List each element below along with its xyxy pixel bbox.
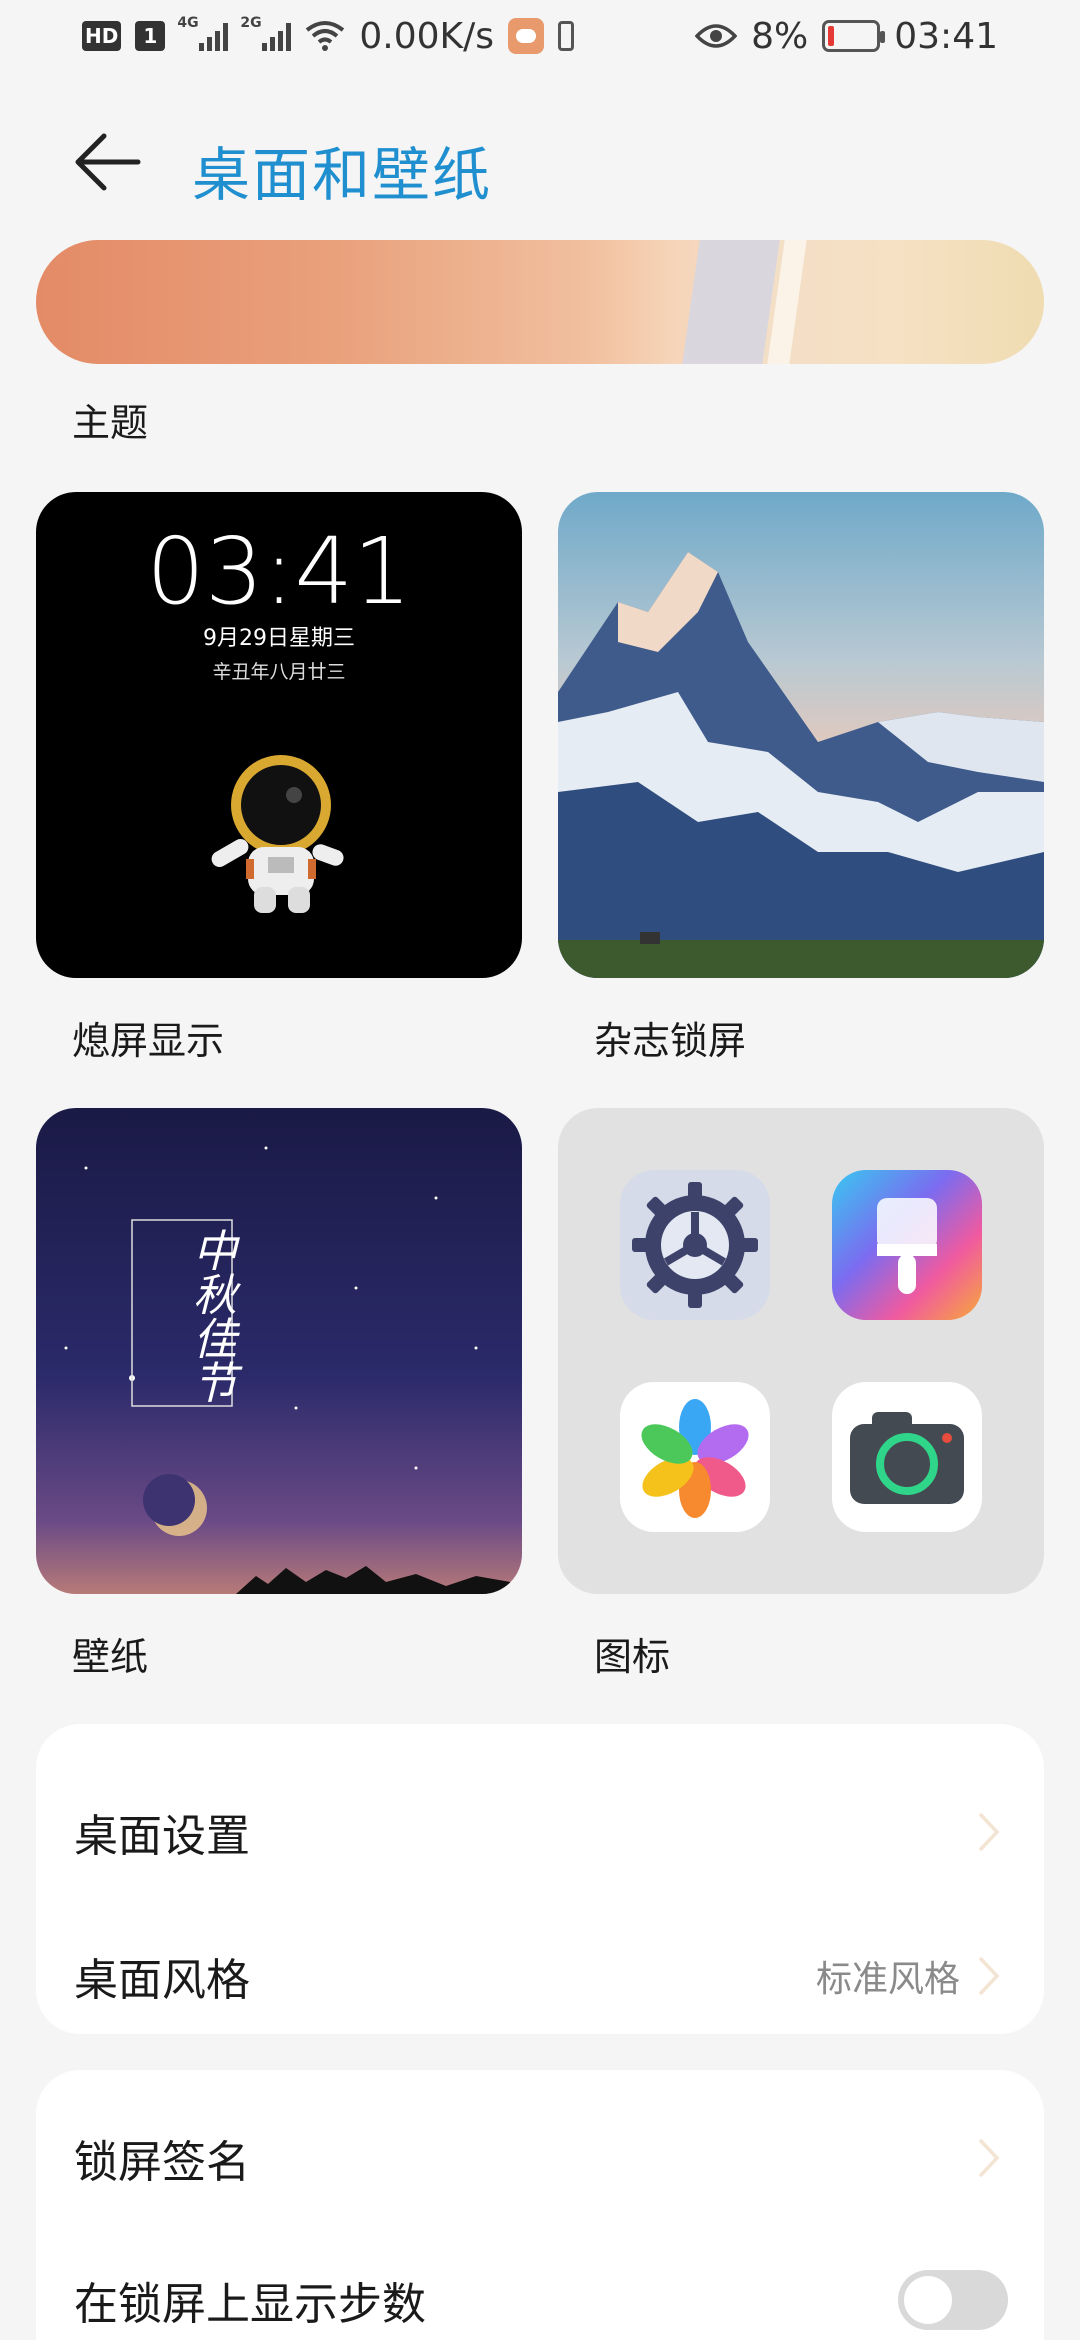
net2-label: 2G	[240, 15, 262, 31]
wallpaper-label: 壁纸	[72, 1635, 149, 1679]
page-title: 桌面和壁纸	[192, 141, 493, 209]
network-speed: 0.00K/s	[359, 15, 494, 57]
desktop-style-label: 桌面风格	[74, 1955, 250, 2006]
app-header: 桌面和壁纸	[0, 110, 1080, 210]
settings-icon	[620, 1170, 770, 1320]
show-steps-toggle[interactable]	[898, 2270, 1008, 2330]
screen: HD 1 4G 2G 0.00K/s 8% 03:41 桌面和壁纸 主题 03:…	[0, 0, 1080, 2340]
wifi-icon	[306, 21, 345, 51]
lock-signature-row[interactable]: 锁屏签名	[36, 2088, 1044, 2228]
status-bar: HD 1 4G 2G 0.00K/s 8% 03:41	[0, 0, 1080, 72]
magazine-lock-label: 杂志锁屏	[594, 1019, 747, 1063]
status-right: 8% 03:41	[695, 16, 998, 57]
banner-streak	[682, 240, 780, 364]
phone-notification-icon	[558, 21, 574, 51]
lock-signature-label: 锁屏签名	[74, 2137, 250, 2188]
astronaut-illustration	[211, 755, 344, 913]
signal-2g-icon: 2G	[240, 15, 292, 51]
back-arrow-icon[interactable]	[72, 130, 142, 194]
desktop-settings-row[interactable]: 桌面设置	[36, 1762, 1044, 1902]
show-steps-label: 在锁屏上显示步数	[74, 2279, 426, 2330]
desktop-style-row[interactable]: 桌面风格 标准风格	[36, 1906, 1044, 2046]
aod-lunar-date: 辛丑年八月廿三	[212, 661, 346, 683]
chevron-right-icon	[979, 1957, 1000, 1995]
theme-brush-icon	[832, 1170, 982, 1320]
desktop-settings-card: 桌面设置 桌面风格 标准风格	[36, 1724, 1044, 2034]
status-left: HD 1 4G 2G 0.00K/s	[82, 15, 574, 57]
desktop-style-value: 标准风格	[815, 1959, 960, 2000]
gallery-icon	[620, 1382, 770, 1532]
night-sky-wallpaper	[36, 1108, 522, 1594]
always-on-display-tile[interactable]: 03:41 9月29日星期三 辛丑年八月廿三	[36, 492, 522, 978]
wallpaper-tile[interactable]: 中秋佳节	[36, 1108, 522, 1594]
mountain-photo	[558, 492, 1044, 978]
net1-label: 4G	[177, 15, 199, 31]
magazine-lock-tile[interactable]	[558, 492, 1044, 978]
icons-tile[interactable]	[558, 1108, 1044, 1594]
theme-label: 主题	[72, 401, 149, 445]
wallpaper-calligraphy: 中秋佳节	[185, 1228, 236, 1404]
battery-icon	[822, 20, 886, 52]
sim-badge: 1	[135, 21, 166, 51]
chevron-right-icon	[979, 1813, 1000, 1851]
battery-percent: 8%	[751, 15, 809, 57]
desktop-settings-label: 桌面设置	[74, 1811, 250, 1862]
icons-label: 图标	[594, 1635, 671, 1679]
aod-label: 熄屏显示	[72, 1019, 225, 1063]
message-notification-icon	[508, 18, 544, 54]
theme-banner[interactable]	[36, 240, 1044, 364]
eye-comfort-icon	[695, 24, 738, 48]
chevron-right-icon	[979, 2139, 1000, 2177]
aod-date: 9月29日星期三	[203, 626, 355, 651]
camera-icon	[832, 1382, 982, 1532]
signal-4g-icon: 4G	[177, 15, 229, 51]
aod-time: 03:41	[146, 518, 412, 625]
show-steps-row: 在锁屏上显示步数	[36, 2230, 1044, 2340]
clock: 03:41	[894, 15, 998, 57]
hd-badge: HD	[82, 21, 122, 51]
lock-screen-settings-card: 锁屏签名 在锁屏上显示步数	[36, 2070, 1044, 2340]
